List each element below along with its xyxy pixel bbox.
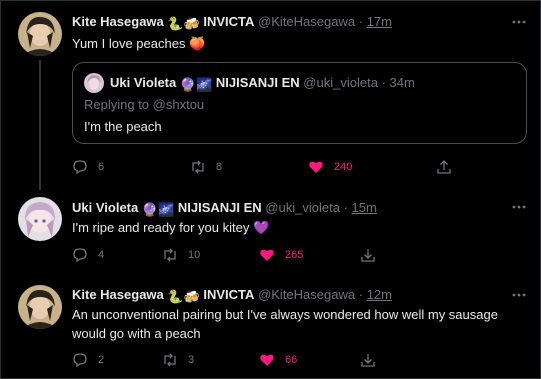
reply-button[interactable]: 2 bbox=[72, 351, 104, 369]
avatar[interactable] bbox=[18, 197, 62, 241]
author-name[interactable]: Uki Violeta bbox=[72, 200, 138, 215]
timestamp[interactable]: 17m bbox=[367, 14, 392, 29]
author-handle[interactable]: @KiteHasegawa bbox=[258, 14, 355, 29]
tweet-header: Uki Violeta 🔮🌌 NIJISANJI EN @uki_violeta… bbox=[72, 200, 377, 218]
snake-emoji: 🐍 bbox=[167, 289, 184, 304]
tweet-text: An unconventional pairing but I've alway… bbox=[72, 305, 522, 343]
milky-way-emoji: 🌌 bbox=[158, 202, 175, 217]
avatar[interactable] bbox=[18, 12, 62, 56]
avatar[interactable] bbox=[18, 285, 62, 329]
tweet-header: Kite Hasegawa 🐍🍻 INVICTA @KiteHasegawa ·… bbox=[72, 14, 392, 32]
quoted-header: Uki Violeta 🔮🌌 NIJISANJI EN @uki_violeta… bbox=[110, 75, 415, 93]
tweet-text: I'm ripe and ready for you kitey 💜 bbox=[72, 220, 270, 235]
reply-button[interactable]: 4 bbox=[72, 246, 104, 264]
author-handle[interactable]: @uki_violeta bbox=[265, 200, 340, 215]
reply-icon bbox=[73, 248, 87, 263]
snake-emoji: 🐍 bbox=[167, 16, 184, 31]
like-button[interactable]: 240 bbox=[308, 158, 352, 176]
crystal-ball-emoji: 🔮 bbox=[179, 77, 197, 92]
beer-emoji: 🍻 bbox=[183, 16, 200, 31]
quoted-author-name[interactable]: Uki Violeta bbox=[110, 75, 176, 90]
author-affiliation: INVICTA bbox=[203, 287, 255, 302]
like-button[interactable]: 265 bbox=[259, 246, 303, 264]
replying-to-handle[interactable]: @shxtou bbox=[153, 97, 205, 112]
like-count: 265 bbox=[285, 249, 304, 261]
tweet-actions: 6 8 240 bbox=[72, 158, 452, 176]
retweet-count: 3 bbox=[188, 354, 195, 366]
retweet-button[interactable]: 10 bbox=[162, 246, 200, 264]
reply-count: 2 bbox=[98, 354, 105, 366]
like-button[interactable]: 66 bbox=[259, 351, 297, 369]
retweet-icon bbox=[164, 248, 176, 262]
separator-dot: · bbox=[381, 75, 386, 90]
author-affiliation: INVICTA bbox=[203, 14, 255, 29]
retweet-button[interactable]: 3 bbox=[162, 351, 194, 369]
tweet[interactable]: Uki Violeta 🔮🌌 NIJISANJI EN @uki_violeta… bbox=[0, 185, 541, 275]
retweet-count: 8 bbox=[216, 161, 223, 173]
like-count: 240 bbox=[334, 161, 353, 173]
author-handle[interactable]: @KiteHasegawa bbox=[258, 287, 355, 302]
tweet-actions: 2 3 66 bbox=[72, 351, 452, 369]
timestamp[interactable]: 12m bbox=[367, 287, 392, 302]
author-name[interactable]: Kite Hasegawa bbox=[72, 287, 164, 302]
retweet-icon bbox=[192, 160, 204, 174]
tweet-text: Yum I love peaches 🍑 bbox=[72, 36, 206, 51]
heart-icon bbox=[260, 354, 274, 366]
more-icon[interactable] bbox=[511, 199, 527, 215]
separator-dot: · bbox=[343, 200, 348, 215]
quoted-author-affiliation: NIJISANJI EN bbox=[215, 75, 300, 90]
replying-to-label: Replying to bbox=[84, 97, 153, 112]
reply-count: 6 bbox=[98, 161, 105, 173]
tweet-actions: 4 10 265 bbox=[72, 246, 452, 264]
quoted-timestamp[interactable]: 34m bbox=[390, 75, 415, 90]
separator-dot: · bbox=[358, 287, 364, 302]
heart-icon bbox=[309, 161, 323, 173]
reply-icon bbox=[73, 160, 87, 175]
retweet-count: 10 bbox=[188, 249, 201, 261]
tweet-text-line: would go with a peach bbox=[72, 326, 201, 341]
retweet-button[interactable]: 8 bbox=[190, 158, 222, 176]
timestamp[interactable]: 15m bbox=[352, 200, 377, 215]
reply-button[interactable]: 6 bbox=[72, 158, 104, 176]
separator-dot: · bbox=[358, 14, 364, 29]
quoted-author-handle[interactable]: @uki_violeta bbox=[303, 75, 378, 90]
share-icon bbox=[361, 249, 375, 262]
quoted-text: I'm the peach bbox=[84, 119, 162, 134]
tweet[interactable]: Kite Hasegawa 🐍🍻 INVICTA @KiteHasegawa ·… bbox=[0, 0, 541, 185]
beer-emoji: 🍻 bbox=[183, 289, 200, 304]
reply-count: 4 bbox=[98, 249, 105, 261]
author-name[interactable]: Kite Hasegawa bbox=[72, 14, 164, 29]
tweet[interactable]: Kite Hasegawa 🐍🍻 INVICTA @KiteHasegawa ·… bbox=[0, 275, 541, 379]
like-count: 66 bbox=[285, 354, 298, 366]
share-button[interactable] bbox=[360, 246, 376, 264]
share-icon bbox=[361, 354, 375, 367]
quoted-tweet[interactable]: Uki Violeta 🔮🌌 NIJISANJI EN @uki_violeta… bbox=[72, 62, 527, 144]
share-icon bbox=[437, 160, 451, 174]
tweet-header: Kite Hasegawa 🐍🍻 INVICTA @KiteHasegawa ·… bbox=[72, 287, 392, 305]
retweet-icon bbox=[164, 353, 176, 367]
share-button[interactable] bbox=[360, 351, 376, 369]
milky-way-emoji: 🌌 bbox=[196, 77, 213, 92]
quoted-avatar[interactable] bbox=[84, 73, 104, 93]
reply-icon bbox=[73, 353, 87, 368]
author-affiliation: NIJISANJI EN bbox=[177, 200, 262, 215]
heart-icon bbox=[260, 249, 274, 261]
crystal-ball-emoji: 🔮 bbox=[141, 202, 159, 217]
share-button[interactable] bbox=[436, 158, 452, 176]
more-icon[interactable] bbox=[511, 287, 527, 303]
more-icon[interactable] bbox=[511, 14, 527, 30]
tweet-text-line: An unconventional pairing but I've alway… bbox=[72, 307, 498, 322]
replying-to: Replying to @shxtou bbox=[84, 97, 204, 112]
